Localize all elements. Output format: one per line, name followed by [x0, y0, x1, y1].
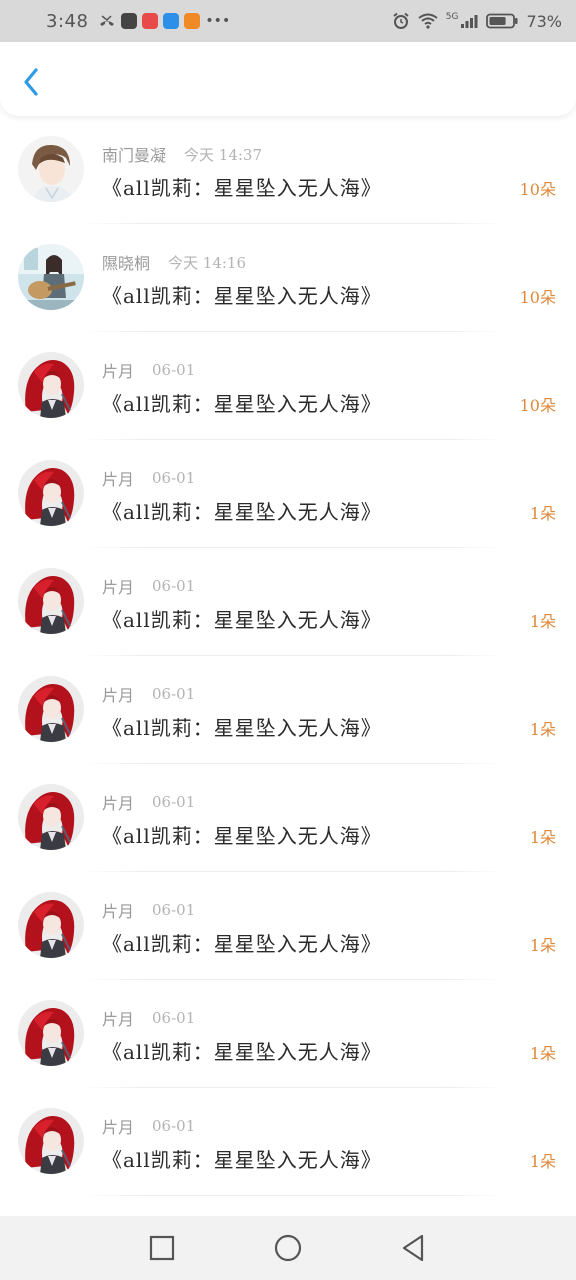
status-system-icons: 5G 73%	[392, 12, 562, 31]
username[interactable]: 片月	[102, 466, 134, 490]
avatar[interactable]	[18, 244, 84, 310]
nav-back-button[interactable]	[394, 1228, 434, 1268]
flower-count: 1朵	[529, 828, 556, 847]
username[interactable]: 片月	[102, 682, 134, 706]
triangle-back-icon	[402, 1234, 424, 1262]
app-icon-dark	[121, 13, 138, 29]
flower-count: 10朵	[519, 288, 556, 307]
status-time: 3:48	[46, 10, 89, 32]
book-title[interactable]: 《all凯莉：星星坠入无人海》	[102, 388, 382, 417]
timestamp: 06-01	[152, 793, 196, 811]
battery-icon	[486, 13, 518, 29]
item-meta: 片月 06-01	[102, 358, 195, 382]
list-item[interactable]: 片月 06-01 《all凯莉：星星坠入无人海》 1朵	[0, 980, 576, 1088]
avatar[interactable]	[18, 892, 84, 958]
top-header	[0, 42, 576, 116]
book-title[interactable]: 《all凯莉：星星坠入无人海》	[102, 172, 382, 201]
system-nav-bar	[0, 1216, 576, 1280]
reward-list: 南门曼凝 今天 14:37 《all凯莉：星星坠入无人海》 10朵 隰晓桐 今天 14:1…	[0, 116, 576, 1216]
timestamp: 06-01	[152, 361, 196, 379]
alarm-icon	[393, 12, 409, 29]
item-meta: 片月 06-01	[102, 682, 195, 706]
missed-call-icon	[100, 15, 115, 26]
book-title[interactable]: 《all凯莉：星星坠入无人海》	[102, 280, 382, 309]
book-title[interactable]: 《all凯莉：星星坠入无人海》	[102, 928, 382, 957]
list-item[interactable]: 片月 06-01 《all凯莉：星星坠入无人海》 1朵	[0, 656, 576, 764]
flower-count: 1朵	[529, 720, 556, 739]
avatar[interactable]	[18, 352, 84, 418]
item-meta: 片月 06-01	[102, 1114, 195, 1138]
avatar[interactable]	[18, 676, 84, 742]
book-title[interactable]: 《all凯莉：星星坠入无人海》	[102, 820, 382, 849]
app-icon-red	[142, 13, 159, 29]
flower-count: 1朵	[529, 1044, 556, 1063]
list-item[interactable]: 片月 06-01 《all凯莉：星星坠入无人海》 1朵	[0, 548, 576, 656]
status-notification-icons: •••	[98, 13, 230, 29]
avatar[interactable]	[18, 460, 84, 526]
battery-percent: 73%	[526, 11, 562, 31]
row-divider	[82, 1195, 506, 1196]
avatar[interactable]	[18, 1108, 84, 1174]
flower-count: 1朵	[529, 936, 556, 955]
flower-count: 1朵	[529, 612, 556, 631]
more-notifications-icon: •••	[205, 13, 231, 29]
item-meta: 片月 06-01	[102, 790, 195, 814]
book-title[interactable]: 《all凯莉：星星坠入无人海》	[102, 712, 382, 741]
network-type-label: 5G	[445, 12, 459, 22]
flower-count: 10朵	[519, 396, 556, 415]
username[interactable]: 片月	[102, 358, 134, 382]
app-icon-orange	[184, 13, 201, 29]
status-bar: 3:48 ••• 5G 73%	[0, 0, 576, 42]
back-button[interactable]	[16, 64, 46, 100]
list-item[interactable]: 片月 06-01 《all凯莉：星星坠入无人海》 1朵	[0, 764, 576, 872]
timestamp: 06-01	[152, 469, 196, 487]
flower-count: 1朵	[529, 1152, 556, 1171]
item-meta: 南门曼凝 今天 14:37	[102, 142, 262, 166]
timestamp: 06-01	[152, 901, 196, 919]
list-item[interactable]: 片月 06-01 《all凯莉：星星坠入无人海》 1朵	[0, 1088, 576, 1196]
timestamp: 今天 14:16	[168, 253, 247, 272]
item-meta: 片月 06-01	[102, 574, 195, 598]
list-item[interactable]: 片月 06-01 《all凯莉：星星坠入无人海》 10朵	[0, 332, 576, 440]
timestamp: 06-01	[152, 577, 196, 595]
book-title[interactable]: 《all凯莉：星星坠入无人海》	[102, 1144, 382, 1173]
home-button[interactable]	[268, 1228, 308, 1268]
username[interactable]: 片月	[102, 574, 134, 598]
flower-count: 10朵	[519, 180, 556, 199]
wifi-icon	[418, 13, 438, 29]
square-icon	[149, 1235, 175, 1261]
timestamp: 06-01	[152, 685, 196, 703]
list-item[interactable]: 隰晓桐 今天 14:16 《all凯莉：星星坠入无人海》 10朵	[0, 224, 576, 332]
username[interactable]: 南门曼凝	[102, 142, 166, 166]
recent-apps-button[interactable]	[142, 1228, 182, 1268]
avatar[interactable]	[18, 1000, 84, 1066]
timestamp: 06-01	[152, 1009, 196, 1027]
list-item[interactable]: 南门曼凝 今天 14:37 《all凯莉：星星坠入无人海》 10朵	[0, 116, 576, 224]
book-title[interactable]: 《all凯莉：星星坠入无人海》	[102, 604, 382, 633]
list-item[interactable]: 片月 06-01 《all凯莉：星星坠入无人海》 1朵	[0, 872, 576, 980]
username[interactable]: 片月	[102, 790, 134, 814]
username[interactable]: 片月	[102, 1006, 134, 1030]
chevron-left-icon	[24, 68, 38, 96]
item-meta: 片月 06-01	[102, 898, 195, 922]
signal-icon	[461, 15, 478, 28]
avatar[interactable]	[18, 568, 84, 634]
book-title[interactable]: 《all凯莉：星星坠入无人海》	[102, 496, 382, 525]
item-meta: 片月 06-01	[102, 466, 195, 490]
list-item[interactable]: 片月 06-01 《all凯莉：星星坠入无人海》 1朵	[0, 440, 576, 548]
timestamp: 今天 14:37	[184, 145, 263, 164]
username[interactable]: 隰晓桐	[102, 250, 150, 274]
app-icon-blue	[163, 13, 180, 29]
username[interactable]: 片月	[102, 1114, 134, 1138]
item-meta: 隰晓桐 今天 14:16	[102, 250, 246, 274]
item-meta: 片月 06-01	[102, 1006, 195, 1030]
timestamp: 06-01	[152, 1117, 196, 1135]
book-title[interactable]: 《all凯莉：星星坠入无人海》	[102, 1036, 382, 1065]
username[interactable]: 片月	[102, 898, 134, 922]
avatar[interactable]	[18, 136, 84, 202]
flower-count: 1朵	[529, 504, 556, 523]
circle-icon	[274, 1234, 302, 1262]
avatar[interactable]	[18, 784, 84, 850]
